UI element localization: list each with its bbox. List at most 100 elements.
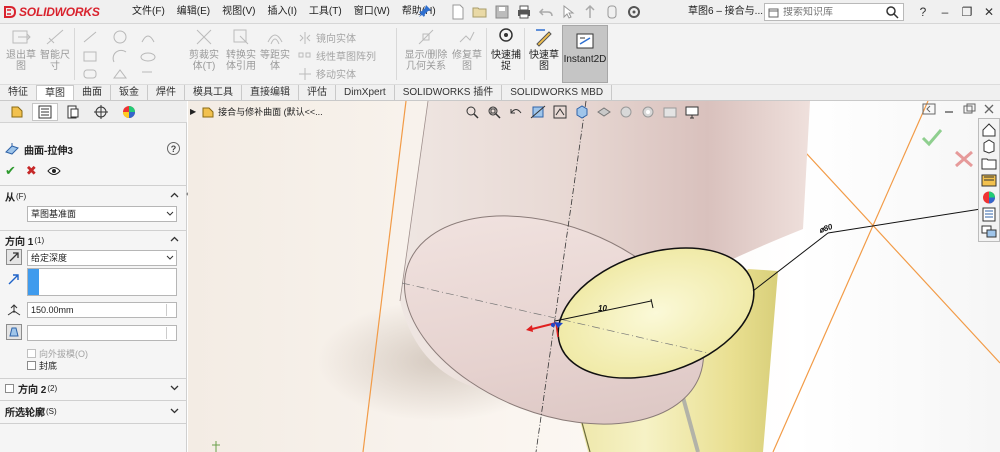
open-folder-icon[interactable] bbox=[472, 4, 488, 20]
section-direction2[interactable]: 方向 2 (2) bbox=[5, 381, 183, 396]
help-icon[interactable]: ? bbox=[167, 142, 180, 155]
tab-solidworks-mbd[interactable]: SOLIDWORKS MBD bbox=[502, 85, 613, 100]
chevron-down-icon[interactable] bbox=[170, 383, 179, 392]
tab-configuration-manager[interactable] bbox=[60, 103, 86, 121]
search-icon[interactable] bbox=[885, 5, 901, 19]
rebuild-icon[interactable] bbox=[582, 4, 598, 20]
draft-angle-input[interactable] bbox=[27, 325, 177, 341]
file-explorer-icon[interactable] bbox=[981, 156, 997, 171]
depth-input[interactable]: 150.00mm bbox=[27, 302, 177, 318]
menu-window[interactable]: 窗口(W) bbox=[348, 0, 396, 24]
menu-edit[interactable]: 编辑(E) bbox=[171, 0, 216, 24]
direction2-checkbox[interactable] bbox=[5, 383, 14, 393]
close-icon[interactable]: ✕ bbox=[982, 5, 996, 19]
expand-arrow-icon[interactable]: ▶ bbox=[190, 107, 196, 116]
forum-icon[interactable] bbox=[981, 224, 997, 239]
tab-solidworks-addins[interactable]: SOLIDWORKS 插件 bbox=[395, 85, 503, 100]
trim-entities-button[interactable]: 剪裁实 体(T) bbox=[188, 26, 220, 82]
tab-evaluate[interactable]: 评估 bbox=[299, 85, 336, 100]
mirror-entities-button[interactable]: 镜向实体 bbox=[298, 30, 356, 45]
flyout-feature-tree[interactable]: ▶ 接合与修补曲面 (默认<<... bbox=[190, 105, 323, 118]
draft-icon[interactable] bbox=[6, 324, 22, 340]
view-settings-icon[interactable] bbox=[684, 104, 700, 120]
move-entities-button[interactable]: 移动实体 bbox=[298, 66, 356, 81]
tab-weldments[interactable]: 焊件 bbox=[148, 85, 185, 100]
model-viewport[interactable]: 10 ⌀80 bbox=[188, 101, 1000, 452]
previous-view-icon[interactable] bbox=[508, 104, 524, 120]
select-arrow-icon[interactable] bbox=[560, 4, 576, 20]
save-icon[interactable] bbox=[494, 4, 510, 20]
tab-dimxpert-manager[interactable] bbox=[88, 103, 114, 121]
convert-entities-button[interactable]: 转换实 体引用 bbox=[224, 26, 258, 82]
hide-show-items-icon[interactable] bbox=[618, 104, 634, 120]
instant2d-button[interactable]: Instant2D bbox=[562, 25, 608, 83]
viewport-minimize-icon[interactable] bbox=[942, 103, 956, 115]
view-orientation-icon[interactable] bbox=[574, 104, 590, 120]
file-properties-icon[interactable] bbox=[604, 4, 620, 20]
home-icon[interactable] bbox=[981, 122, 997, 137]
appearances-scenes-icon[interactable] bbox=[981, 190, 997, 205]
tab-features[interactable]: 特征 bbox=[0, 85, 37, 100]
display-delete-relations-button[interactable]: 显示/删除 几何关系 bbox=[402, 26, 450, 82]
linear-pattern-button[interactable]: 线性草图阵列 bbox=[298, 48, 376, 63]
section-from[interactable]: 从 (F) bbox=[5, 189, 183, 204]
dynamic-annotation-icon[interactable] bbox=[552, 104, 568, 120]
menu-view[interactable]: 视图(V) bbox=[216, 0, 261, 24]
chevron-up-icon[interactable] bbox=[170, 235, 179, 244]
viewport-prev-icon[interactable] bbox=[922, 103, 936, 115]
cap-end-checkbox[interactable]: 封底 bbox=[27, 359, 57, 372]
viewport-restore-icon[interactable] bbox=[962, 103, 976, 115]
pin-icon[interactable] bbox=[418, 4, 432, 18]
options-gear-icon[interactable] bbox=[626, 4, 642, 20]
draft-spinner[interactable] bbox=[166, 327, 175, 339]
tab-sheet-metal[interactable]: 钣金 bbox=[111, 85, 148, 100]
rapid-sketch-button[interactable]: 快速草 图 bbox=[528, 26, 560, 82]
restore-icon[interactable]: ❐ bbox=[960, 5, 974, 19]
menu-insert[interactable]: 插入(I) bbox=[261, 0, 302, 24]
repair-sketch-button[interactable]: 修复草 图 bbox=[452, 26, 482, 82]
zoom-to-area-icon[interactable] bbox=[486, 104, 502, 120]
radius-dimension-label[interactable]: 10 bbox=[598, 304, 607, 313]
preview-eye-icon[interactable] bbox=[47, 166, 61, 176]
section-selected-contours[interactable]: 所选轮廓 (S) bbox=[5, 404, 183, 419]
quick-snaps-button[interactable]: 快速捕 捉 bbox=[490, 26, 522, 82]
viewport-close-icon[interactable] bbox=[982, 103, 996, 115]
ok-check-icon[interactable]: ✔ bbox=[5, 163, 16, 179]
end-condition-select[interactable]: 给定深度 bbox=[27, 250, 177, 266]
minimize-icon[interactable]: – bbox=[938, 5, 952, 19]
custom-properties-icon[interactable] bbox=[981, 207, 997, 222]
offset-entities-button[interactable]: 等距实 体 bbox=[260, 26, 290, 82]
direction-reference-list[interactable] bbox=[27, 268, 177, 296]
menu-tools[interactable]: 工具(T) bbox=[303, 0, 348, 24]
chevron-up-icon[interactable] bbox=[170, 191, 179, 200]
graphics-area[interactable]: 10 ⌀80 ▶ 接合与修补曲面 (默认<<... bbox=[188, 101, 1000, 452]
tab-direct-editing[interactable]: 直接编辑 bbox=[242, 85, 299, 100]
section-view-icon[interactable] bbox=[530, 104, 546, 120]
from-select[interactable]: 草图基准面 bbox=[27, 206, 177, 222]
reverse-direction-icon[interactable] bbox=[6, 249, 22, 265]
depth-spinner[interactable] bbox=[166, 304, 175, 316]
tab-property-manager[interactable] bbox=[32, 102, 58, 121]
print-icon[interactable] bbox=[516, 4, 532, 20]
tab-feature-manager[interactable] bbox=[4, 103, 30, 121]
search-input[interactable] bbox=[783, 6, 883, 18]
tab-surfaces[interactable]: 曲面 bbox=[74, 85, 111, 100]
display-style-icon[interactable] bbox=[596, 104, 612, 120]
tab-dimxpert[interactable]: DimXpert bbox=[336, 85, 395, 100]
smart-dimension-button[interactable]: 智能尺 寸 bbox=[40, 26, 70, 82]
menu-file[interactable]: 文件(F) bbox=[126, 0, 171, 24]
search-box[interactable] bbox=[764, 3, 904, 21]
view-palette-icon[interactable] bbox=[981, 173, 997, 188]
solidworks-logo[interactable]: SOLIDWORKS bbox=[3, 3, 115, 21]
help-question-icon[interactable]: ? bbox=[916, 5, 930, 19]
new-document-icon[interactable] bbox=[450, 4, 466, 20]
section-direction1[interactable]: 方向 1 (1) bbox=[5, 233, 183, 248]
tab-sketch[interactable]: 草图 bbox=[37, 85, 74, 100]
confirm-cancel-icon[interactable] bbox=[953, 149, 975, 169]
undo-icon[interactable] bbox=[538, 4, 554, 20]
confirm-ok-icon[interactable] bbox=[921, 127, 943, 147]
chevron-down-icon[interactable] bbox=[170, 406, 179, 415]
zoom-to-fit-icon[interactable] bbox=[464, 104, 480, 120]
scene-icon[interactable] bbox=[662, 104, 678, 120]
design-library-icon[interactable] bbox=[981, 139, 997, 154]
